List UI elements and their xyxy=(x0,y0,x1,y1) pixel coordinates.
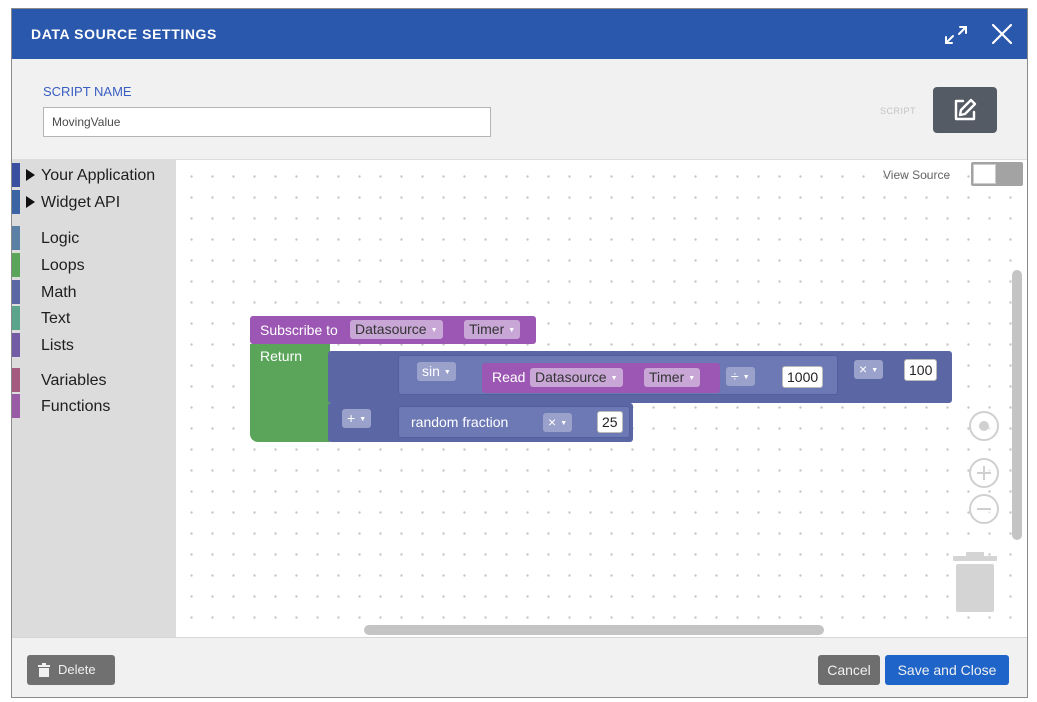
close-icon[interactable] xyxy=(987,21,1017,49)
script-toggle-label: SCRIPT xyxy=(880,106,917,116)
data-source-settings-dialog: DATA SOURCE SETTINGS SCRIPT NAME SCRIP xyxy=(11,8,1028,698)
blockly-workspace[interactable]: View Source Subscribe to Datasource ▼ Tim… xyxy=(176,160,1027,637)
return-block[interactable]: Return xyxy=(250,344,330,442)
edit-icon xyxy=(954,98,977,121)
toolbox-item-your-application[interactable]: Your Application xyxy=(12,163,176,189)
random-fraction-label: random fraction xyxy=(411,414,509,430)
toolbox-item-text[interactable]: Text xyxy=(12,306,176,332)
subscribe-block[interactable]: Subscribe to Datasource ▼ Timer ▼ xyxy=(250,316,536,344)
toolbox-item-label: Functions xyxy=(41,398,111,415)
trash-icon xyxy=(38,663,50,677)
read-source-dropdown[interactable]: Datasource ▼ xyxy=(530,368,623,387)
expand-icon[interactable] xyxy=(940,21,972,49)
toolbox-item-label: Logic xyxy=(41,230,80,247)
script-name-input[interactable] xyxy=(43,107,491,137)
category-color-swatch xyxy=(12,368,20,392)
random-multiplier-field[interactable]: 25 xyxy=(597,411,623,433)
recenter-icon[interactable] xyxy=(969,411,999,441)
subscribe-source-dropdown[interactable]: Datasource ▼ xyxy=(350,320,443,339)
sin-function-dropdown[interactable]: sin ▼ xyxy=(417,362,456,381)
random-operator-dropdown[interactable]: × ▼ xyxy=(543,413,573,432)
divide-operator-dropdown[interactable]: ÷ ▼ xyxy=(726,367,755,386)
blockly-toolbox: Your Application Widget API Logic Loops … xyxy=(12,160,176,637)
category-color-swatch xyxy=(12,253,20,277)
footer-divider xyxy=(12,637,1027,638)
divisor-number-field[interactable]: 1000 xyxy=(782,366,824,388)
script-edit-button[interactable] xyxy=(933,87,997,133)
toolbox-item-label: Lists xyxy=(41,337,74,354)
toolbox-item-label: Widget API xyxy=(41,194,121,211)
toolbox-item-label: Text xyxy=(41,310,71,327)
category-color-swatch xyxy=(12,163,20,187)
toolbox-item-label: Loops xyxy=(41,257,85,274)
category-color-swatch xyxy=(12,190,20,214)
delete-button-label: Delete xyxy=(58,662,96,677)
category-color-swatch xyxy=(12,306,20,330)
vertical-scrollbar[interactable] xyxy=(1012,270,1022,540)
multiplier-number-field[interactable]: 100 xyxy=(904,359,938,381)
view-source-label: View Source xyxy=(883,168,951,182)
category-color-swatch xyxy=(12,226,20,250)
toolbox-item-loops[interactable]: Loops xyxy=(12,253,176,279)
subscribe-item-dropdown[interactable]: Timer ▼ xyxy=(464,320,521,339)
category-color-swatch xyxy=(12,394,20,418)
view-source-toggle[interactable] xyxy=(971,162,1023,186)
subscribe-label: Subscribe to xyxy=(260,322,338,338)
cancel-button[interactable]: Cancel xyxy=(818,655,880,685)
delete-button[interactable]: Delete xyxy=(27,655,115,685)
toolbox-item-widget-api[interactable]: Widget API xyxy=(12,190,176,216)
read-item-dropdown[interactable]: Timer ▼ xyxy=(644,368,701,387)
toolbox-item-math[interactable]: Math xyxy=(12,280,176,306)
toolbox-item-logic[interactable]: Logic xyxy=(12,226,176,252)
save-and-close-button[interactable]: Save and Close xyxy=(885,655,1009,685)
toolbox-item-label: Variables xyxy=(41,372,107,389)
zoom-out-icon[interactable] xyxy=(969,494,999,524)
toolbox-item-variables[interactable]: Variables xyxy=(12,368,176,394)
category-color-swatch xyxy=(12,280,20,304)
trash-can-icon[interactable] xyxy=(952,552,998,614)
toolbox-item-label: Math xyxy=(41,284,77,301)
add-operator-dropdown[interactable]: + ▼ xyxy=(342,409,372,428)
random-fraction-block[interactable]: random fraction × ▼ 25 xyxy=(398,406,630,438)
horizontal-scrollbar[interactable] xyxy=(364,625,824,635)
expand-triangle-icon xyxy=(26,196,35,208)
zoom-in-icon[interactable] xyxy=(969,458,999,488)
read-block[interactable]: Read Datasource ▼ Timer ▼ xyxy=(482,363,720,393)
read-label: Read xyxy=(492,369,526,385)
category-color-swatch xyxy=(12,333,20,357)
toolbox-item-lists[interactable]: Lists xyxy=(12,333,176,359)
return-label: Return xyxy=(260,348,303,364)
toolbox-item-functions[interactable]: Functions xyxy=(12,394,176,420)
dialog-title: DATA SOURCE SETTINGS xyxy=(31,26,217,42)
multiply-operator-dropdown[interactable]: × ▼ xyxy=(854,360,884,379)
dialog-header: DATA SOURCE SETTINGS xyxy=(12,9,1027,59)
expand-triangle-icon xyxy=(26,169,35,181)
toolbox-item-label: Your Application xyxy=(41,167,156,184)
script-name-label: SCRIPT NAME xyxy=(43,84,132,99)
toggle-knob xyxy=(973,164,996,184)
